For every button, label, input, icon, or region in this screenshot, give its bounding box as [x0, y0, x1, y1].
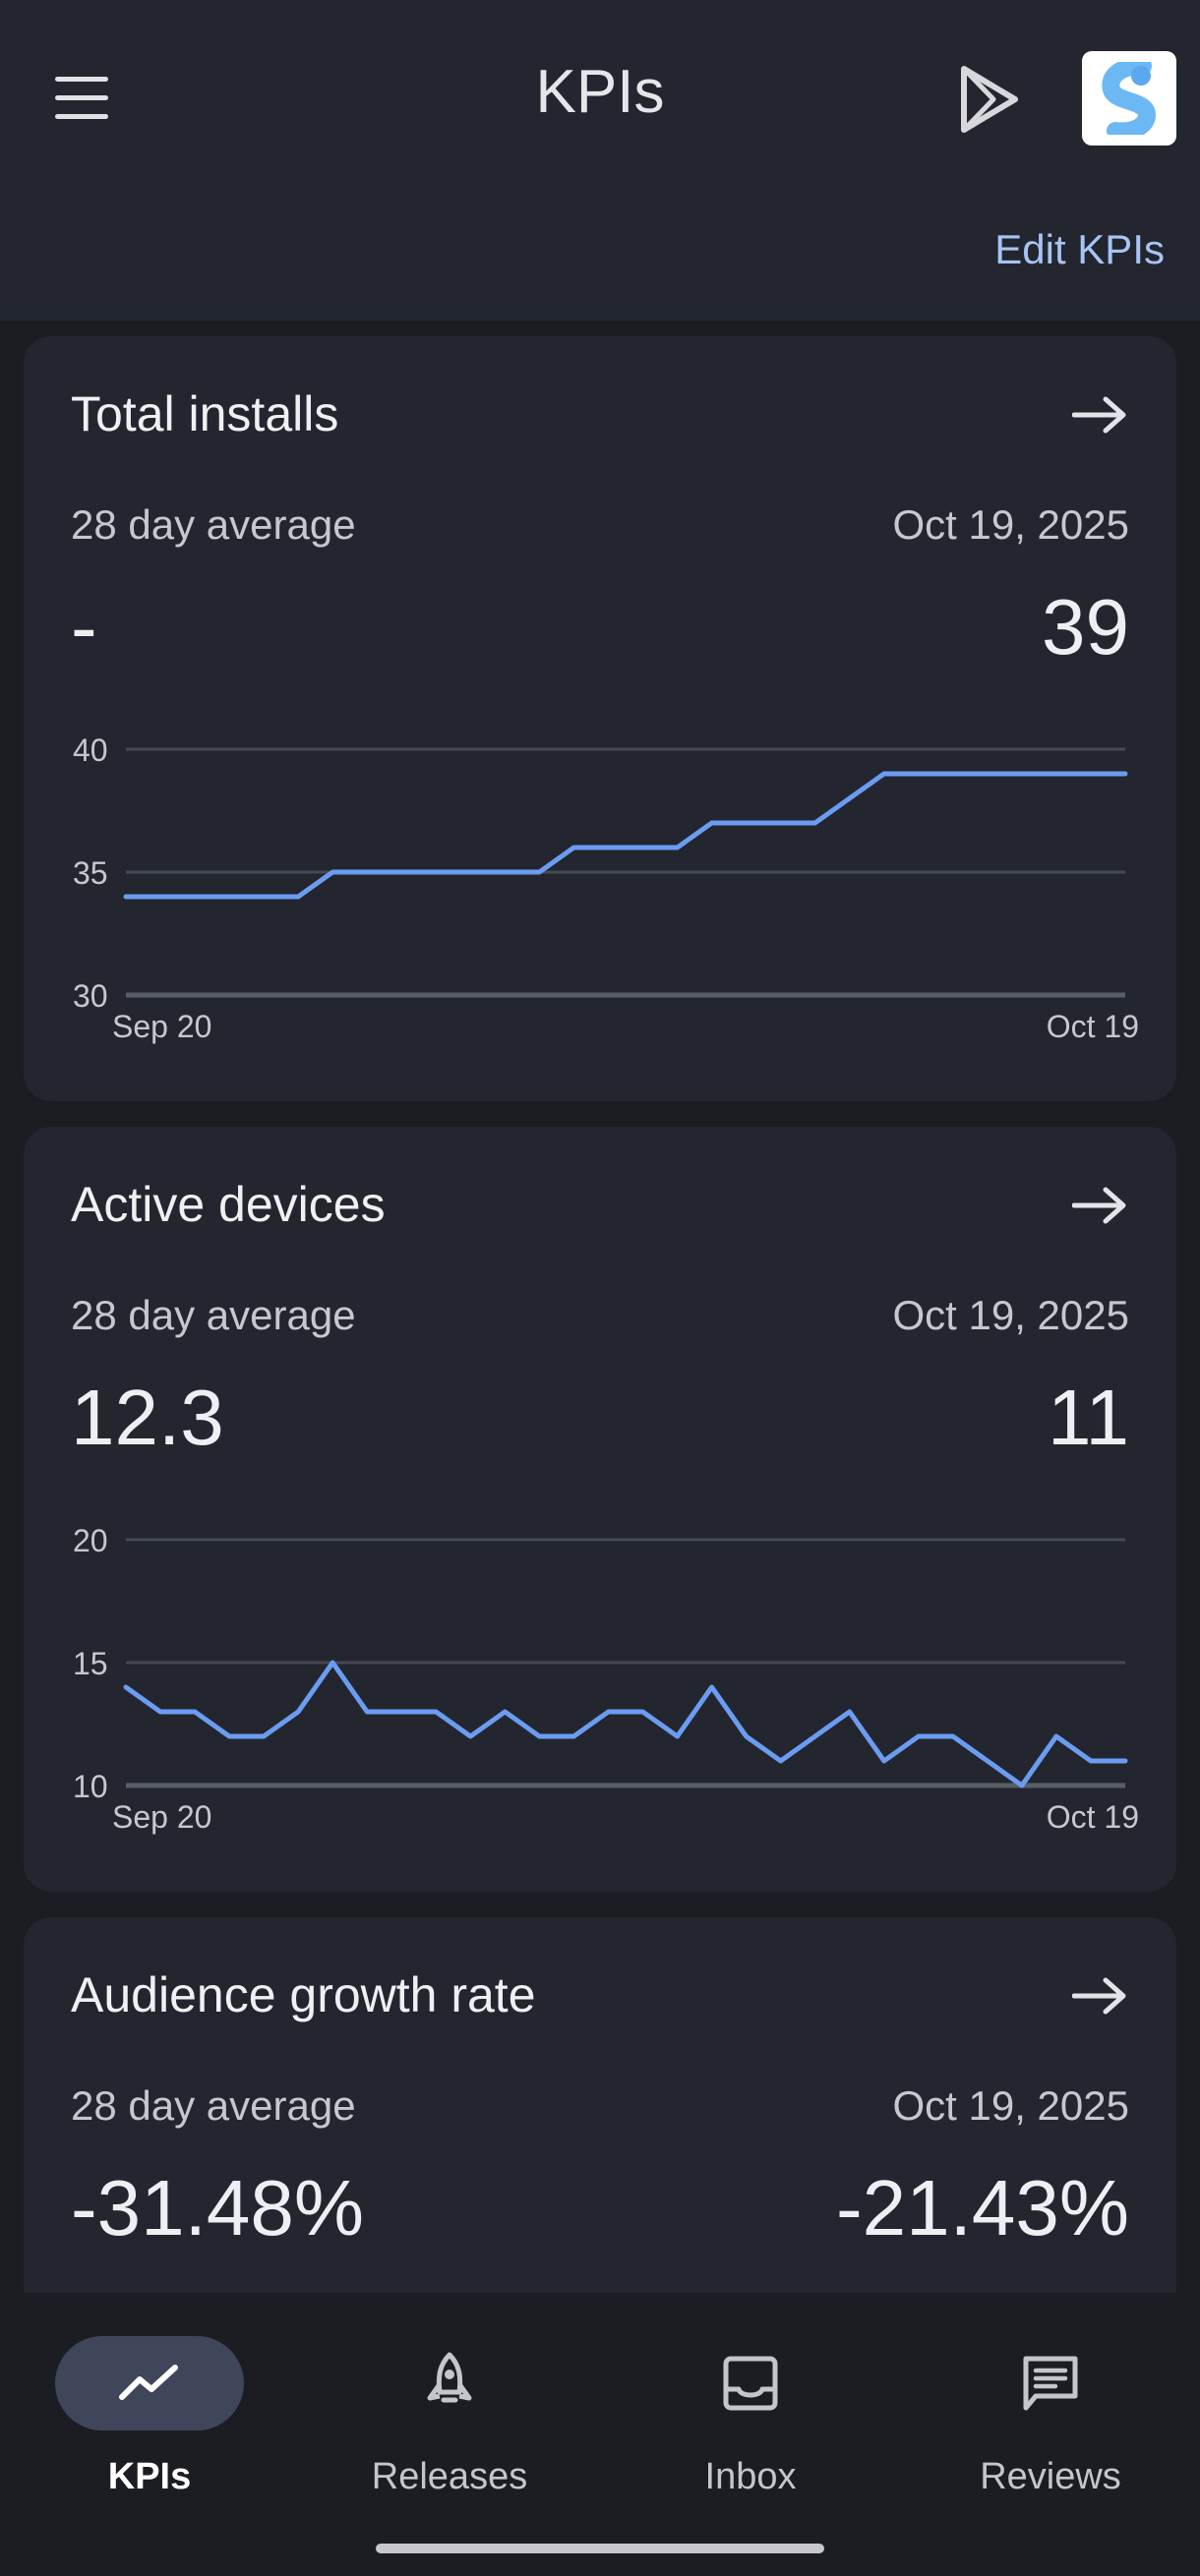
arrow-right-icon[interactable] — [1071, 395, 1127, 435]
avg-label: 28 day average — [71, 1292, 356, 1338]
card-title: Audience growth rate — [71, 1967, 536, 2022]
date-label: Oct 19, 2025 — [892, 1292, 1130, 1338]
series-line — [123, 771, 1128, 900]
reviews-icon — [1023, 2356, 1078, 2411]
y-tick-label: 30 — [73, 978, 108, 1014]
nav-label: Inbox — [704, 2456, 797, 2497]
avg-label: 28 day average — [71, 501, 356, 548]
nav-label: Reviews — [980, 2456, 1121, 2497]
date-label: Oct 19, 2025 — [892, 501, 1130, 548]
avg-value: 12.3 — [71, 1374, 224, 1461]
card-title: Total installs — [71, 386, 339, 441]
avg-value: - — [71, 583, 97, 671]
current-value: 39 — [1042, 583, 1129, 671]
nav-label: KPIs — [107, 2456, 192, 2497]
current-value: 11 — [1047, 1374, 1129, 1461]
avg-value: -31.48% — [71, 2164, 364, 2252]
y-tick-label: 15 — [73, 1646, 108, 1681]
x-tick-label: Sep 20 — [112, 1009, 211, 1044]
app-logo-icon — [1102, 62, 1157, 135]
inbox-icon — [723, 2356, 778, 2411]
nav-label: Releases — [371, 2456, 528, 2497]
app-bar: KPIs Edit KPIs — [0, 0, 1200, 321]
app-avatar[interactable] — [1082, 51, 1176, 146]
x-tick-label: Sep 20 — [112, 1799, 211, 1835]
nav-item-reviews[interactable]: Reviews — [923, 2336, 1178, 2503]
card-title: Active devices — [71, 1177, 386, 1232]
x-tick-label: Oct 19 — [1047, 1009, 1139, 1044]
active-devices-chart: 10 15 20 Sep 20 Oct 19 — [73, 1523, 1139, 1835]
x-tick-label: Oct 19 — [1047, 1799, 1139, 1835]
nav-item-inbox[interactable]: Inbox — [623, 2336, 878, 2503]
date-label: Oct 19, 2025 — [892, 2082, 1130, 2129]
series-line — [123, 1660, 1128, 1788]
home-indicator — [376, 2544, 824, 2553]
rocket-icon — [427, 2352, 472, 2403]
y-tick-label: 35 — [73, 855, 108, 891]
nav-active-indicator — [55, 2336, 244, 2430]
current-value: -21.43% — [836, 2164, 1129, 2252]
y-tick-label: 10 — [73, 1769, 108, 1804]
nav-item-releases[interactable]: Releases — [322, 2336, 577, 2503]
arrow-right-icon[interactable] — [1071, 1976, 1127, 2016]
bottom-navigation: KPIs Releases Inbox Reviews — [0, 2293, 1200, 2576]
nav-item-kpis[interactable]: KPIs — [22, 2336, 277, 2503]
trending-icon — [119, 2365, 178, 2400]
total-installs-chart: 30 35 40 Sep 20 Oct 19 — [73, 732, 1139, 1044]
kpi-card-total-installs[interactable]: 30 35 40 Sep 20 Oct 19 Total installs 28 day… — [24, 336, 1176, 1101]
arrow-right-icon[interactable] — [1071, 1186, 1127, 1225]
y-tick-label: 40 — [73, 732, 108, 768]
play-store-icon[interactable] — [954, 63, 1023, 136]
edit-kpis-link[interactable]: Edit KPIs — [994, 226, 1165, 273]
kpi-card-active-devices[interactable]: 10 15 20 Sep 20 Oct 19 Active devices 28 day… — [24, 1127, 1176, 1892]
y-tick-label: 20 — [73, 1523, 108, 1558]
kpi-card-audience-growth[interactable]: Audience growth rate 28 day average Oct … — [24, 1917, 1176, 2330]
avg-label: 28 day average — [71, 2082, 356, 2129]
